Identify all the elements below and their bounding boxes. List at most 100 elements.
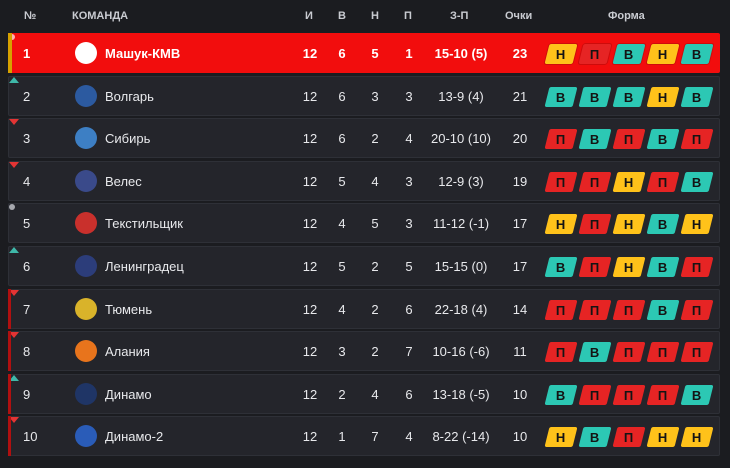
draws: 4	[371, 386, 379, 402]
wins: 6	[338, 88, 346, 104]
table-row[interactable]: 6 Ленинградец 12 5 2 5 15-15 (0) 17 В П Н В П	[8, 246, 720, 286]
row-position: 6	[23, 259, 31, 274]
table-row[interactable]: 4 Велес 12 5 4 3 12-9 (3) 19 П П Н П В	[8, 160, 720, 201]
form-badge[interactable]: В	[646, 129, 680, 150]
team-logo-icon[interactable]	[75, 84, 97, 107]
form-badge[interactable]: В	[544, 257, 578, 277]
form-badge[interactable]: П	[544, 129, 578, 150]
form-badge[interactable]: В	[578, 129, 612, 150]
form-badge[interactable]: Н	[646, 86, 680, 107]
team-name-link[interactable]: Сибирь	[105, 131, 150, 147]
form-badge[interactable]: Н	[544, 214, 578, 235]
form-badge[interactable]: В	[578, 86, 612, 107]
form-badge[interactable]: В	[544, 86, 578, 107]
table-row[interactable]: 10 Динамо-2 12 1 7 4 8-22 (-14) 10 Н В П Н Н	[8, 416, 720, 457]
row-position: 9	[23, 386, 31, 402]
form-badge[interactable]: Н	[544, 44, 578, 64]
form-badge[interactable]: П	[646, 171, 680, 192]
team-name-link[interactable]: Велес	[105, 174, 142, 190]
form-badge[interactable]: Н	[680, 427, 714, 448]
form-badge[interactable]: П	[680, 342, 714, 363]
form-badge[interactable]: Н	[612, 171, 646, 192]
team-name-link[interactable]: Ленинградец	[105, 259, 184, 275]
form-badge[interactable]: П	[612, 299, 646, 320]
team-name-link[interactable]: Волгарь	[105, 89, 154, 105]
form-badge[interactable]: В	[680, 171, 714, 192]
table-header: № КОМАНДА И В Н П З-П Очки Форма	[0, 0, 730, 32]
team-logo-icon[interactable]	[75, 297, 97, 320]
table-row[interactable]: 7 Тюмень 12 4 2 6 22-18 (4) 14 П П П В П	[8, 288, 720, 329]
form-badge[interactable]: В	[544, 384, 578, 405]
form-badge[interactable]: В	[612, 86, 646, 107]
draws: 3	[371, 88, 379, 104]
form-badge[interactable]: П	[680, 129, 714, 150]
form-badge[interactable]: П	[544, 299, 578, 320]
form-badge[interactable]: П	[680, 257, 714, 277]
arrow-down-icon	[9, 119, 19, 126]
team-logo-icon[interactable]	[75, 255, 97, 277]
team-logo-icon[interactable]	[75, 212, 97, 235]
form-badge[interactable]: В	[646, 257, 680, 277]
form-badge[interactable]: П	[646, 342, 680, 363]
form-badge[interactable]: В	[578, 427, 612, 448]
games-played: 12	[302, 259, 318, 274]
table-row[interactable]: 3 Сибирь 12 6 2 4 20-10 (10) 20 П В П В П	[8, 118, 720, 159]
team-name-link[interactable]: Динамо	[105, 387, 152, 403]
goal-difference: 8-22 (-14)	[432, 429, 490, 445]
table-row[interactable]: 1 Машук-КМВ 12 6 5 1 15-10 (5) 23 Н П В Н В	[8, 33, 720, 73]
goal-difference: 13-9 (4)	[438, 88, 484, 104]
team-logo-icon[interactable]	[75, 127, 97, 150]
zone-marker	[8, 331, 11, 372]
team-logo-icon[interactable]	[75, 42, 97, 64]
form-badges: ВВВНВ	[544, 86, 714, 107]
form-badge[interactable]: В	[680, 86, 714, 107]
form-badges: ВПППВ	[544, 384, 714, 405]
team-name-link[interactable]: Текстильщик	[105, 216, 183, 232]
form-badges: ВПНВП	[544, 257, 714, 277]
form-badge[interactable]: В	[680, 384, 714, 405]
form-badge[interactable]: П	[612, 129, 646, 150]
form-badge[interactable]: Н	[612, 214, 646, 235]
form-badge[interactable]: П	[680, 299, 714, 320]
team-logo-icon[interactable]	[75, 425, 97, 448]
form-badge[interactable]: В	[646, 214, 680, 235]
zone-marker	[8, 288, 11, 329]
form-badge[interactable]: Н	[612, 257, 646, 277]
table-row[interactable]: 8 Алания 12 3 2 7 10-16 (-6) 11 П В П П П	[8, 331, 720, 372]
form-badge[interactable]: В	[578, 342, 612, 363]
form-badge[interactable]: П	[612, 384, 646, 405]
form-badge[interactable]: П	[578, 384, 612, 405]
form-badge[interactable]: П	[578, 171, 612, 192]
form-badge[interactable]: В	[612, 44, 646, 64]
form-badge[interactable]: П	[544, 342, 578, 363]
form-badge[interactable]: П	[578, 299, 612, 320]
team-name-link[interactable]: Машук-КМВ	[105, 46, 180, 62]
form-badge[interactable]: П	[544, 171, 578, 192]
team-name-link[interactable]: Алания	[105, 344, 150, 360]
team-logo-icon[interactable]	[75, 169, 97, 192]
team-logo-icon[interactable]	[75, 382, 97, 405]
form-badge[interactable]: Н	[646, 44, 680, 64]
form-badge[interactable]: Н	[544, 427, 578, 448]
team-name-link[interactable]: Тюмень	[105, 302, 152, 318]
form-badge[interactable]: В	[646, 299, 680, 320]
table-row[interactable]: 9 Динамо 12 2 4 6 13-18 (-5) 10 В П П П В	[8, 373, 720, 414]
form-badge[interactable]: Н	[646, 427, 680, 448]
form-badge[interactable]: Н	[680, 214, 714, 235]
form-badge[interactable]: П	[612, 427, 646, 448]
team-logo-icon[interactable]	[75, 340, 97, 363]
form-badge[interactable]: В	[680, 44, 714, 64]
table-row[interactable]: 2 Волгарь 12 6 3 3 13-9 (4) 21 В В В Н В	[8, 75, 720, 116]
row-position: 3	[23, 131, 31, 147]
team-name-link[interactable]: Динамо-2	[105, 429, 163, 445]
draws: 5	[371, 46, 379, 61]
form-badge[interactable]: П	[646, 384, 680, 405]
form-badge[interactable]: П	[578, 257, 612, 277]
row-position: 7	[23, 301, 31, 317]
form-badge[interactable]: П	[612, 342, 646, 363]
draws: 5	[371, 216, 379, 232]
games-played: 12	[302, 46, 318, 61]
form-badge[interactable]: П	[578, 214, 612, 235]
form-badge[interactable]: П	[578, 44, 612, 64]
table-row[interactable]: 5 Текстильщик 12 4 5 3 11-12 (-1) 17 Н П Н В Н	[8, 203, 720, 244]
